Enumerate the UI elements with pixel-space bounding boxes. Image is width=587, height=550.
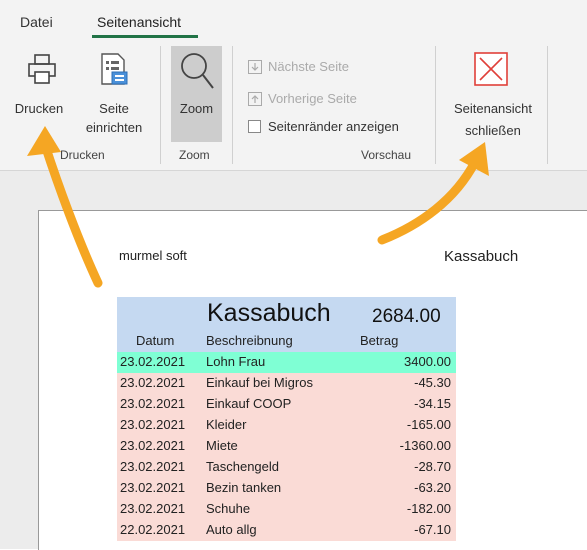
cell-amount: -28.70 bbox=[414, 459, 451, 474]
page-setup-label-2: einrichten bbox=[85, 120, 143, 135]
column-header-row: Datum Beschreibnung Betrag bbox=[117, 331, 456, 352]
close-preview-label-1: Seitenansicht bbox=[453, 101, 533, 116]
cell-description: Einkauf COOP bbox=[206, 396, 292, 411]
cell-description: Bezin tanken bbox=[206, 480, 282, 495]
page-setup-icon bbox=[101, 53, 128, 85]
cell-amount: -34.15 bbox=[414, 396, 451, 411]
cell-date: 23.02.2021 bbox=[120, 459, 186, 474]
active-tab-indicator bbox=[92, 35, 198, 38]
table-row: 23.02.2021 Kleider -165.00 bbox=[117, 415, 456, 436]
column-header-description: Beschreibnung bbox=[206, 333, 293, 348]
preview-page: murmel soft Kassabuch Kassabuch 2684.00 … bbox=[38, 210, 587, 550]
cell-date: 23.02.2021 bbox=[120, 501, 186, 516]
table-row: 23.02.2021 Einkauf COOP -34.15 bbox=[117, 394, 456, 415]
tab-datei[interactable]: Datei bbox=[20, 14, 53, 30]
print-label: Drucken bbox=[14, 101, 64, 116]
ribbon-tab-bar: Datei Seitenansicht bbox=[0, 0, 587, 40]
group-label-print: Drucken bbox=[60, 148, 105, 162]
next-page-label: Nächste Seite bbox=[268, 59, 349, 74]
cell-amount: -165.00 bbox=[406, 417, 451, 432]
cell-amount: -67.10 bbox=[414, 522, 451, 537]
cell-amount: -63.20 bbox=[414, 480, 451, 495]
tab-seitenansicht[interactable]: Seitenansicht bbox=[97, 14, 181, 30]
sheet-title-row: Kassabuch 2684.00 bbox=[117, 297, 456, 331]
group-separator bbox=[160, 46, 161, 164]
sheet-title: Kassabuch bbox=[207, 299, 331, 327]
cell-date: 23.02.2021 bbox=[120, 417, 186, 432]
arrow-down-icon bbox=[248, 59, 262, 74]
cell-date: 23.02.2021 bbox=[120, 375, 186, 390]
group-separator bbox=[547, 46, 548, 164]
sheet-total: 2684.00 bbox=[372, 306, 441, 327]
table-row: 23.02.2021 Lohn Frau 3400.00 bbox=[117, 352, 456, 373]
cell-amount: -45.30 bbox=[414, 375, 451, 390]
column-header-amount: Betrag bbox=[360, 333, 399, 348]
cell-description: Lohn Frau bbox=[206, 354, 266, 369]
group-separator bbox=[232, 46, 233, 164]
cell-date: 23.02.2021 bbox=[120, 480, 186, 495]
previous-page-button[interactable]: Vorherige Seite bbox=[248, 90, 357, 108]
column-header-date: Datum bbox=[136, 333, 175, 348]
page-setup-button[interactable]: Seite einrichten bbox=[78, 48, 150, 140]
table-row: 23.02.2021 Einkauf bei Migros -45.30 bbox=[117, 373, 456, 394]
checkbox[interactable] bbox=[248, 120, 261, 134]
arrow-up-icon bbox=[248, 91, 262, 106]
close-preview-label-2: schließen bbox=[465, 123, 521, 138]
cell-amount: -182.00 bbox=[406, 501, 451, 516]
close-icon bbox=[474, 52, 508, 86]
cell-description: Kleider bbox=[206, 417, 247, 432]
table-row: 23.02.2021 Schuhe -182.00 bbox=[117, 499, 456, 520]
print-button[interactable]: Drucken bbox=[14, 48, 68, 140]
cell-date: 23.02.2021 bbox=[120, 396, 186, 411]
cell-description: Miete bbox=[206, 438, 238, 453]
table-row: 23.02.2021 Bezin tanken -63.20 bbox=[117, 478, 456, 499]
page-header-right: Kassabuch bbox=[444, 248, 519, 265]
cell-amount: -1360.00 bbox=[399, 438, 451, 453]
cell-description: Auto allg bbox=[206, 522, 257, 537]
show-margins-label: Seitenränder anzeigen bbox=[268, 119, 399, 134]
printer-icon bbox=[28, 54, 56, 84]
group-label-zoom: Zoom bbox=[179, 148, 210, 162]
zoom-button[interactable]: Zoom bbox=[171, 46, 222, 142]
cell-description: Einkauf bei Migros bbox=[206, 375, 313, 390]
cell-date: 23.02.2021 bbox=[120, 354, 186, 369]
cell-date: 22.02.2021 bbox=[120, 522, 186, 537]
table-row: 23.02.2021 Taschengeld -28.70 bbox=[117, 457, 456, 478]
group-separator bbox=[435, 46, 436, 164]
page-setup-label-1: Seite bbox=[99, 101, 129, 116]
table-row: 23.02.2021 Miete -1360.00 bbox=[117, 436, 456, 457]
magnifier-icon bbox=[181, 53, 214, 89]
next-page-button[interactable]: Nächste Seite bbox=[248, 58, 349, 76]
cell-amount: 3400.00 bbox=[404, 354, 451, 369]
zoom-label: Zoom bbox=[179, 101, 214, 116]
group-label-preview: Vorschau bbox=[361, 148, 412, 162]
page-header-left: murmel soft bbox=[119, 248, 187, 263]
table-body: 23.02.2021 Lohn Frau 3400.00 23.02.2021 Eink… bbox=[117, 352, 456, 541]
cash-book-sheet: Kassabuch 2684.00 Datum Beschreibnung Be… bbox=[117, 297, 456, 541]
table-row: 22.02.2021 Auto allg -67.10 bbox=[117, 520, 456, 541]
cell-description: Taschengeld bbox=[206, 459, 279, 474]
previous-page-label: Vorherige Seite bbox=[268, 91, 357, 106]
show-margins-checkbox[interactable]: Seitenränder anzeigen bbox=[248, 118, 399, 136]
cell-description: Schuhe bbox=[206, 501, 251, 516]
close-preview-button[interactable]: Seitenansicht schließen bbox=[444, 48, 542, 140]
cell-date: 23.02.2021 bbox=[120, 438, 186, 453]
